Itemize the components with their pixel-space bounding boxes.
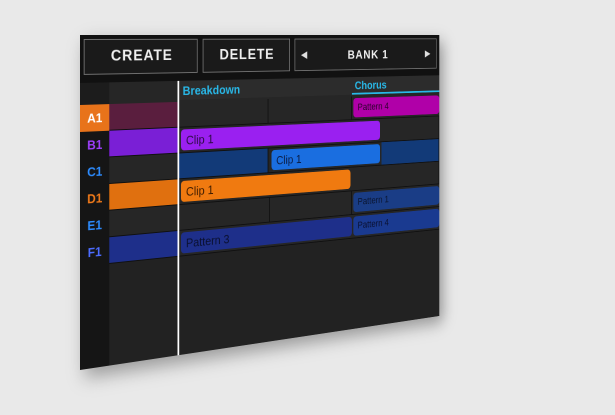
- clip-grid: Breakdown Chorus Pattern 4 Clip 1 Clip 1…: [109, 75, 440, 367]
- track-cell[interactable]: [109, 101, 180, 130]
- track-label-e1[interactable]: E1: [80, 211, 109, 240]
- track-cell[interactable]: [268, 96, 352, 123]
- clip-a1-pattern4[interactable]: Pattern 4: [353, 95, 440, 118]
- track-label-c1[interactable]: C1: [80, 157, 109, 186]
- track-label-f1[interactable]: F1: [80, 237, 109, 267]
- bank-selector[interactable]: ◀ BANK 1 ▶: [294, 38, 437, 72]
- track-label-b1[interactable]: B1: [80, 131, 109, 159]
- track-cell[interactable]: [381, 139, 440, 165]
- clip-launcher-screen: CREATE DELETE ◀ BANK 1 ▶ 13 15 17 19 A1 …: [80, 35, 440, 370]
- triangle-right-icon[interactable]: ▶: [425, 49, 431, 58]
- playhead[interactable]: [177, 80, 180, 356]
- create-button[interactable]: CREATE: [83, 38, 198, 75]
- track-labels: A1 B1 C1 D1 E1 F1: [80, 104, 110, 370]
- triangle-left-icon[interactable]: ◀: [301, 50, 308, 60]
- scene-chorus[interactable]: Chorus: [351, 75, 440, 95]
- track-cell[interactable]: [109, 127, 180, 157]
- track-label-d1[interactable]: D1: [80, 184, 109, 213]
- track-label-a1[interactable]: A1: [80, 104, 110, 132]
- track-cell[interactable]: [179, 99, 269, 127]
- delete-button[interactable]: DELETE: [202, 38, 290, 73]
- track-cell[interactable]: [381, 116, 440, 142]
- bank-label: BANK 1: [347, 47, 389, 62]
